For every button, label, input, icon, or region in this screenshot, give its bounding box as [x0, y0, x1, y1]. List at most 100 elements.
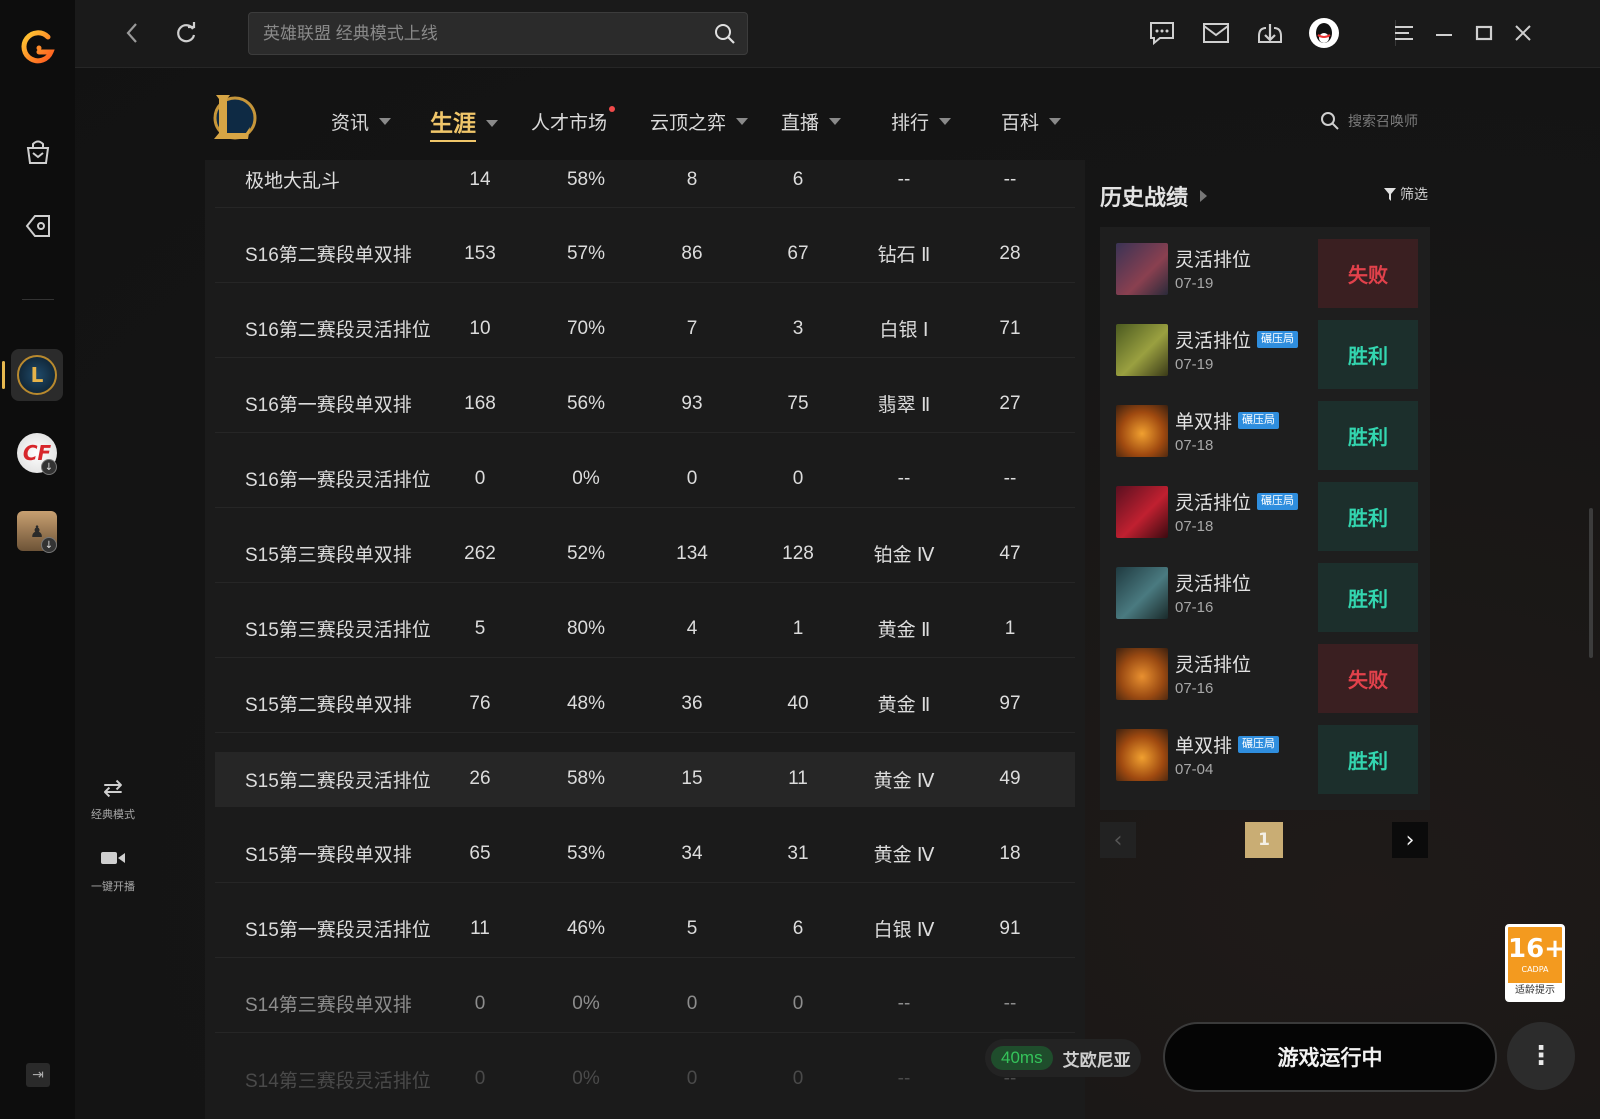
search-box[interactable]: [248, 12, 748, 55]
qq-avatar-icon[interactable]: [1307, 16, 1341, 50]
table-row: S14第三赛段单双排 0 0% 0 0 -- --: [215, 975, 1075, 1033]
chevron-down-icon: [829, 118, 842, 125]
age-rating-badge: 16+ CADPA 适龄提示: [1505, 924, 1566, 1002]
stomp-tag: 碾压局: [1238, 736, 1280, 753]
app-window: L CF ↓ ♟ ↓ ⇥ 英雄联盟 经典模式上线 资讯 生涯 人才市场 云顶之弈…: [0, 0, 1600, 1119]
nav-ranking[interactable]: 排行: [891, 108, 952, 135]
match-item[interactable]: 灵活排位 碾压局 07-18 胜利: [1100, 470, 1430, 551]
page-scrollbar[interactable]: [1589, 508, 1593, 658]
refresh-icon[interactable]: [171, 18, 201, 48]
history-pager: ‹ 1 ›: [1100, 822, 1430, 860]
rail-game-lol[interactable]: L: [2, 349, 63, 401]
chevron-right-icon: [1200, 190, 1208, 202]
result-badge: 胜利: [1318, 725, 1418, 794]
table-row: S15第一赛段单双排 65 53% 34 31 黄金 Ⅳ 18: [215, 825, 1075, 883]
menu-icon[interactable]: [1387, 16, 1421, 50]
store-bag-icon[interactable]: [20, 134, 56, 170]
result-badge: 失败: [1318, 644, 1418, 713]
page-number[interactable]: 1: [1245, 822, 1283, 858]
result-badge: 胜利: [1318, 401, 1418, 470]
nav-news[interactable]: 资讯: [331, 108, 392, 135]
stomp-tag: 碾压局: [1257, 493, 1299, 510]
notification-dot: [609, 106, 616, 112]
chevron-down-icon: [379, 118, 392, 125]
nav-career[interactable]: 生涯: [430, 104, 498, 142]
game-library-icon[interactable]: [20, 208, 56, 244]
match-item[interactable]: 灵活排位 碾压局 07-19 胜利: [1100, 308, 1430, 389]
classic-mode-button[interactable]: ⇄ 经典模式: [82, 774, 144, 822]
more-options-icon[interactable]: ⋮: [1507, 1022, 1575, 1090]
table-row: S15第二赛段灵活排位 26 58% 15 11 黄金 Ⅳ 49: [215, 752, 1075, 807]
result-badge: 失败: [1318, 239, 1418, 308]
table-row: S16第二赛段灵活排位 10 70% 7 3 白银 Ⅰ 71: [215, 300, 1075, 358]
champion-avatar: [1116, 729, 1168, 781]
history-title[interactable]: 历史战绩: [1100, 180, 1208, 212]
result-badge: 胜利: [1318, 563, 1418, 632]
result-badge: 胜利: [1318, 320, 1418, 389]
match-item[interactable]: 灵活排位 07-16 失败: [1100, 632, 1430, 713]
expand-rail-icon[interactable]: ⇥: [26, 1063, 50, 1087]
match-item[interactable]: 单双排 碾压局 07-18 胜利: [1100, 389, 1430, 470]
champion-avatar: [1116, 486, 1168, 538]
table-row: S15第一赛段灵活排位 11 46% 5 6 白银 Ⅳ 91: [215, 900, 1075, 958]
download-icon: ↓: [41, 459, 57, 475]
top-bar: [75, 0, 1600, 68]
maximize-icon[interactable]: [1467, 16, 1501, 50]
career-stats-table: 极地大乱斗 14 58% 8 6 -- -- S16第二赛段单双排 153 57% 86 67 钻石 …: [205, 160, 1085, 1119]
table-row: S16第一赛段灵活排位 0 0% 0 0 -- --: [215, 450, 1075, 508]
chevron-down-icon: [939, 118, 952, 125]
nav-talent-market[interactable]: 人才市场: [531, 106, 616, 135]
match-history-panel: 历史战绩 筛选 灵活排位 07-19 失败 灵活排位 碾压局 07-19 胜利 单…: [1100, 160, 1430, 810]
video-camera-icon: [82, 846, 144, 876]
chat-icon[interactable]: [1145, 16, 1179, 50]
game-running-button[interactable]: 游戏运行中: [1163, 1022, 1497, 1092]
lol-logo-icon[interactable]: [208, 91, 258, 143]
minimize-icon[interactable]: [1427, 16, 1461, 50]
ping-value: 40ms: [991, 1046, 1053, 1070]
search-icon: [1321, 112, 1339, 130]
search-input[interactable]: [263, 13, 703, 54]
back-arrow-icon[interactable]: [117, 18, 147, 48]
filter-button[interactable]: 筛选: [1384, 184, 1428, 204]
download-manager-icon[interactable]: [1253, 16, 1287, 50]
rail-game-cf[interactable]: CF ↓: [11, 427, 63, 479]
filter-icon: [1384, 187, 1396, 201]
next-page-button[interactable]: ›: [1392, 822, 1428, 858]
table-row: S16第一赛段单双排 168 56% 93 75 翡翠 Ⅱ 27: [215, 375, 1075, 433]
swap-icon: ⇄: [102, 774, 124, 802]
search-icon[interactable]: [713, 22, 737, 46]
summoner-search[interactable]: 搜索召唤师: [1320, 111, 1418, 131]
chevron-down-icon: [486, 119, 498, 127]
rail-divider: [22, 299, 54, 300]
left-rail: L CF ↓ ♟ ↓ ⇥: [0, 0, 75, 1119]
chevron-down-icon: [736, 118, 749, 125]
one-click-stream-button[interactable]: 一键开播: [82, 846, 144, 894]
lol-game-icon: L: [17, 355, 57, 395]
nav-tft[interactable]: 云顶之弈: [650, 108, 749, 135]
game-nav: 资讯 生涯 人才市场 云顶之弈 直播 排行 百科 搜索召唤师: [75, 68, 1600, 160]
wegame-logo-icon[interactable]: [18, 28, 58, 68]
champion-avatar: [1116, 405, 1168, 457]
mail-icon[interactable]: [1199, 16, 1233, 50]
server-name: 艾欧尼亚: [1062, 1050, 1131, 1071]
history-list: 灵活排位 07-19 失败 灵活排位 碾压局 07-19 胜利 单双排 碾压局 07…: [1100, 227, 1430, 810]
match-item[interactable]: 单双排 碾压局 07-04 胜利: [1100, 713, 1430, 794]
champion-avatar: [1116, 648, 1168, 700]
table-row: S16第二赛段单双排 153 57% 86 67 钻石 Ⅱ 28: [215, 225, 1075, 283]
champion-avatar: [1116, 324, 1168, 376]
champion-avatar: [1116, 567, 1168, 619]
prev-page-button[interactable]: ‹: [1100, 822, 1136, 858]
match-item[interactable]: 灵活排位 07-16 胜利: [1100, 551, 1430, 632]
result-badge: 胜利: [1318, 482, 1418, 551]
rail-game-pubg[interactable]: ♟ ↓: [11, 505, 63, 557]
chevron-down-icon: [1049, 118, 1062, 125]
table-row: 极地大乱斗 14 58% 8 6 -- --: [215, 160, 1075, 208]
nav-wiki[interactable]: 百科: [1001, 108, 1062, 135]
close-icon[interactable]: [1506, 16, 1540, 50]
match-item[interactable]: 灵活排位 07-19 失败: [1100, 227, 1430, 308]
table-row: S15第二赛段单双排 76 48% 36 40 黄金 Ⅱ 97: [215, 675, 1075, 733]
table-row: S14第三赛段灵活排位 0 0% 0 0 -- --: [245, 1068, 1017, 1092]
nav-live[interactable]: 直播: [781, 108, 842, 135]
server-status[interactable]: 40ms 艾欧尼亚: [985, 1039, 1141, 1077]
table-row: S15第三赛段单双排 262 52% 134 128 铂金 Ⅳ 47: [215, 525, 1075, 583]
